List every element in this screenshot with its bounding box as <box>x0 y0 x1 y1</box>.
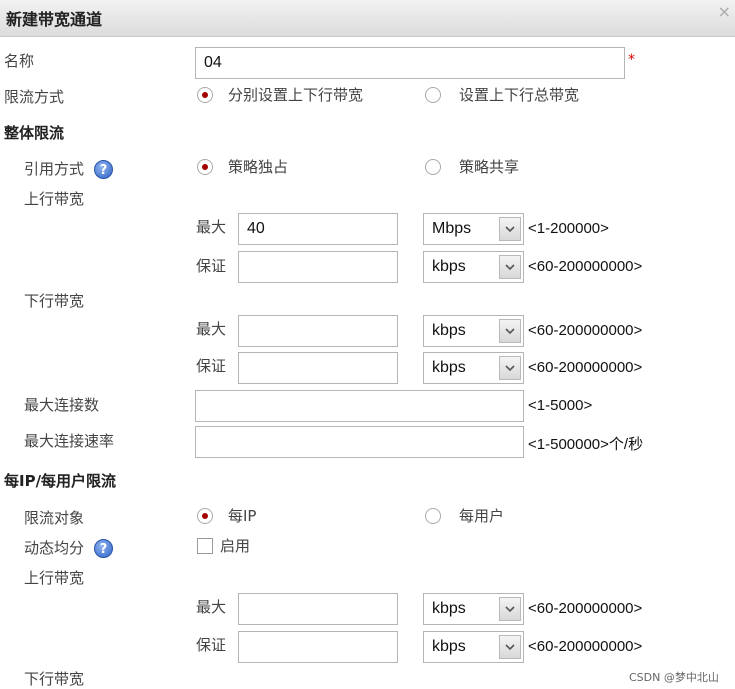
per-ip-uplink-label: 上行带宽 <box>24 569 85 587</box>
radio-per-ip-label: 每IP <box>228 507 257 525</box>
help-icon[interactable]: ? <box>94 160 113 179</box>
per-ip-uplink-max-input[interactable] <box>238 593 398 625</box>
watermark: CSDN @梦中北山 <box>629 671 719 684</box>
downlink-guarantee-input[interactable] <box>238 352 398 384</box>
downlink-max-label: 最大 <box>196 320 227 338</box>
downlink-max-hint: <60-200000000> <box>528 322 643 339</box>
uplink-max-label: 最大 <box>196 218 227 236</box>
per-ip-uplink-max-hint: <60-200000000> <box>528 600 643 617</box>
chevron-down-icon[interactable] <box>499 319 521 343</box>
per-ip-uplink-guarantee-unit-value: kbps <box>432 638 466 655</box>
per-ip-uplink-max-unit-value: kbps <box>432 600 466 617</box>
per-ip-uplink-max-label: 最大 <box>196 598 227 616</box>
max-connections-input[interactable] <box>195 390 524 422</box>
chevron-down-icon[interactable] <box>499 255 521 279</box>
uplink-guarantee-hint: <60-200000000> <box>528 258 643 275</box>
uplink-max-input[interactable] <box>238 213 398 245</box>
radio-policy-exclusive[interactable] <box>197 159 213 175</box>
chevron-down-icon[interactable] <box>499 217 521 241</box>
max-connections-hint: <1-5000> <box>528 397 593 414</box>
per-ip-uplink-guarantee-hint: <60-200000000> <box>528 638 643 655</box>
per-ip-uplink-guarantee-unit-select[interactable]: kbps <box>423 631 524 663</box>
name-input[interactable] <box>195 47 625 79</box>
limit-target-label: 限流对象 <box>24 509 85 527</box>
chevron-down-icon[interactable] <box>499 597 521 621</box>
radio-per-user[interactable] <box>425 508 441 524</box>
uplink-guarantee-input[interactable] <box>238 251 398 283</box>
max-connection-rate-input[interactable] <box>195 426 524 458</box>
reference-mode-label: 引用方式 <box>24 160 85 178</box>
radio-separate-bandwidth[interactable] <box>197 87 213 103</box>
radio-policy-exclusive-label: 策略独占 <box>228 158 289 176</box>
dialog-title: 新建带宽通道 <box>6 10 103 29</box>
uplink-max-hint: <1-200000> <box>528 220 609 237</box>
max-connection-rate-hint: <1-500000>个/秒 <box>528 436 644 453</box>
uplink-guarantee-unit-value: kbps <box>432 258 466 275</box>
limit-mode-label: 限流方式 <box>4 88 65 106</box>
per-ip-uplink-max-unit-select[interactable]: kbps <box>423 593 524 625</box>
uplink-guarantee-label: 保证 <box>196 257 227 275</box>
dialog-titlebar <box>0 0 735 37</box>
radio-per-user-label: 每用户 <box>459 507 505 525</box>
per-ip-uplink-guarantee-label: 保证 <box>196 636 227 654</box>
radio-policy-shared-label: 策略共享 <box>459 158 520 176</box>
section-per-ip-user-limit: 每IP/每用户限流 <box>4 472 117 490</box>
uplink-bandwidth-label: 上行带宽 <box>24 190 85 208</box>
max-connection-rate-label: 最大连接速率 <box>24 432 115 450</box>
radio-separate-bandwidth-label: 分别设置上下行带宽 <box>228 86 364 104</box>
downlink-max-unit-value: kbps <box>432 322 466 339</box>
downlink-guarantee-unit-value: kbps <box>432 359 466 376</box>
name-label: 名称 <box>4 52 35 70</box>
enable-checkbox[interactable] <box>197 538 213 554</box>
chevron-down-icon[interactable] <box>499 635 521 659</box>
radio-policy-shared[interactable] <box>425 159 441 175</box>
radio-total-bandwidth-label: 设置上下行总带宽 <box>459 86 580 104</box>
chevron-down-icon[interactable] <box>499 356 521 380</box>
radio-per-ip[interactable] <box>197 508 213 524</box>
section-overall-limit: 整体限流 <box>4 124 65 142</box>
help-icon[interactable]: ? <box>94 539 113 558</box>
dynamic-share-label: 动态均分 <box>24 539 85 557</box>
per-ip-downlink-label: 下行带宽 <box>24 670 85 688</box>
required-mark: * <box>628 52 635 68</box>
uplink-max-unit-value: Mbps <box>432 220 472 237</box>
per-ip-uplink-guarantee-input[interactable] <box>238 631 398 663</box>
downlink-guarantee-hint: <60-200000000> <box>528 359 643 376</box>
close-icon[interactable]: × <box>718 2 731 21</box>
downlink-bandwidth-label: 下行带宽 <box>24 292 85 310</box>
uplink-guarantee-unit-select[interactable]: kbps <box>423 251 524 283</box>
downlink-guarantee-label: 保证 <box>196 357 227 375</box>
downlink-max-unit-select[interactable]: kbps <box>423 315 524 347</box>
downlink-guarantee-unit-select[interactable]: kbps <box>423 352 524 384</box>
radio-total-bandwidth[interactable] <box>425 87 441 103</box>
max-connections-label: 最大连接数 <box>24 396 100 414</box>
downlink-max-input[interactable] <box>238 315 398 347</box>
uplink-max-unit-select[interactable]: Mbps <box>423 213 524 245</box>
enable-checkbox-label: 启用 <box>220 537 251 555</box>
